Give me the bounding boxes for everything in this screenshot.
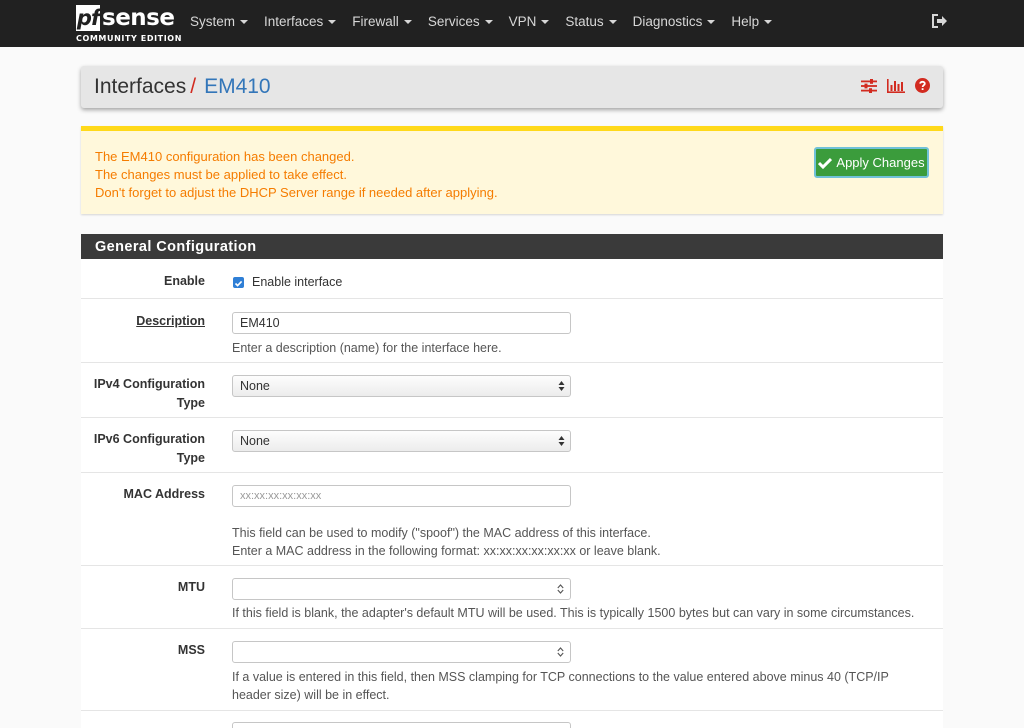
caret-down-icon xyxy=(240,20,249,24)
mtu-help: If this field is blank, the adapter's de… xyxy=(232,606,915,620)
general-configuration-panel: General Configuration Enable Enable inte… xyxy=(81,234,943,728)
breadcrumb-interfaces[interactable]: Interfaces xyxy=(94,75,186,98)
sliders-icon[interactable] xyxy=(861,78,877,93)
caret-down-icon xyxy=(608,20,617,24)
ipv4-label-line2: Type xyxy=(176,396,205,410)
ipv4-row: IPv4 Configuration Type None xyxy=(81,363,943,418)
enable-row: Enable Enable interface xyxy=(81,259,943,299)
alert-line-3: Don't forget to adjust the DHCP Server r… xyxy=(95,185,498,200)
description-input[interactable]: EM410 xyxy=(232,312,571,334)
mac-help-line-1: This field can be used to modify ("spoof… xyxy=(232,526,651,540)
caret-down-icon xyxy=(764,20,773,24)
apply-changes-button[interactable]: Apply Changes xyxy=(814,147,929,178)
changes-alert: The EM410 configuration has been changed… xyxy=(81,126,943,214)
caret-down-icon xyxy=(328,20,337,24)
description-help: Enter a description (name) for the inter… xyxy=(232,341,502,355)
mtu-input[interactable] xyxy=(232,578,571,600)
caret-down-icon xyxy=(403,20,412,24)
next-row-partial xyxy=(81,711,943,728)
nav-status-label: Status xyxy=(565,14,604,29)
nav-interfaces-label: Interfaces xyxy=(264,14,324,29)
panel-title: General Configuration xyxy=(81,234,943,259)
enable-interface-label[interactable]: Enable interface xyxy=(252,273,342,291)
alert-message: The EM410 configuration has been changed… xyxy=(95,148,498,202)
nav-system-label: System xyxy=(190,14,236,29)
nav-interfaces[interactable]: Interfaces xyxy=(256,0,344,47)
ipv6-select-value: None xyxy=(240,434,270,448)
pfsense-logo[interactable]: pf sense COMMUNITY EDITION xyxy=(76,5,181,43)
nav-diagnostics-label: Diagnostics xyxy=(632,14,703,29)
checkmark-icon xyxy=(234,280,243,287)
nav-services[interactable]: Services xyxy=(420,0,501,47)
logo-wordmark: sense xyxy=(102,5,175,31)
breadcrumb-current[interactable]: EM410 xyxy=(204,75,271,98)
alert-line-2: The changes must be applied to take effe… xyxy=(95,167,347,182)
breadcrumb-separator: / xyxy=(190,75,197,98)
alert-line-1: The EM410 configuration has been changed… xyxy=(95,149,355,164)
nav-system[interactable]: System xyxy=(182,0,256,47)
header-icons xyxy=(861,78,930,93)
apply-changes-label: Apply Changes xyxy=(836,155,925,170)
main-menu: System Interfaces Firewall Services VPN … xyxy=(182,0,780,47)
breadcrumb: Interfaces / EM410 xyxy=(94,74,271,100)
ipv4-label: IPv4 Configuration Type xyxy=(94,375,205,413)
next-field-input[interactable] xyxy=(232,722,571,728)
mss-row: MSS If a value is entered in this field,… xyxy=(81,629,943,711)
nav-vpn-label: VPN xyxy=(508,14,537,29)
nav-services-label: Services xyxy=(427,14,480,29)
check-icon xyxy=(818,157,833,169)
nav-diagnostics[interactable]: Diagnostics xyxy=(625,0,724,47)
nav-status[interactable]: Status xyxy=(557,0,624,47)
mac-address-input[interactable]: xx:xx:xx:xx:xx:xx xyxy=(232,485,571,507)
select-arrows-icon xyxy=(558,381,565,391)
logo-edition: COMMUNITY EDITION xyxy=(76,34,183,43)
enable-label: Enable xyxy=(164,274,205,288)
question-circle-icon[interactable] xyxy=(915,78,930,93)
caret-down-icon xyxy=(484,20,493,24)
ipv6-config-select[interactable]: None xyxy=(232,430,571,452)
spinner-arrows-icon[interactable] xyxy=(557,584,564,594)
sign-out-icon[interactable] xyxy=(931,13,949,29)
spinner-arrows-icon[interactable] xyxy=(557,647,564,657)
mss-help-line-2: header size) will be in effect. xyxy=(232,688,390,702)
nav-help[interactable]: Help xyxy=(723,0,780,47)
mac-address-label: MAC Address xyxy=(123,487,206,501)
caret-down-icon xyxy=(707,20,716,24)
caret-down-icon xyxy=(541,20,550,24)
nav-vpn[interactable]: VPN xyxy=(501,0,558,47)
ipv4-config-select[interactable]: None xyxy=(232,375,571,397)
select-arrows-icon xyxy=(558,436,565,446)
bar-chart-icon[interactable] xyxy=(887,78,905,93)
ipv6-row: IPv6 Configuration Type None xyxy=(81,418,943,473)
mtu-row: MTU If this field is blank, the adapter'… xyxy=(81,566,943,629)
ipv4-select-value: None xyxy=(240,379,270,393)
description-label: Description xyxy=(136,314,205,328)
ipv6-label-line1: IPv6 Configuration xyxy=(93,432,205,446)
enable-checkbox[interactable] xyxy=(233,277,244,288)
mss-help-line-1: If a value is entered in this field, the… xyxy=(232,670,889,684)
mac-address-row: MAC Address xx:xx:xx:xx:xx:xx This field… xyxy=(81,473,943,566)
logo-pf-mark: pf xyxy=(76,5,100,31)
description-row: Description EM410 Enter a description (n… xyxy=(81,299,943,363)
mtu-label: MTU xyxy=(177,580,205,594)
mss-input[interactable] xyxy=(232,641,571,663)
top-navbar: pf sense COMMUNITY EDITION System Interf… xyxy=(0,0,1024,47)
nav-firewall[interactable]: Firewall xyxy=(344,0,420,47)
ipv6-label: IPv6 Configuration Type xyxy=(94,430,205,468)
page-header: Interfaces / EM410 xyxy=(81,66,943,108)
mss-label: MSS xyxy=(177,643,205,657)
ipv6-label-line2: Type xyxy=(176,451,205,465)
nav-help-label: Help xyxy=(731,14,760,29)
mac-help-line-2: Enter a MAC address in the following for… xyxy=(232,544,661,558)
ipv4-label-line1: IPv4 Configuration xyxy=(93,377,205,391)
nav-firewall-label: Firewall xyxy=(352,14,399,29)
